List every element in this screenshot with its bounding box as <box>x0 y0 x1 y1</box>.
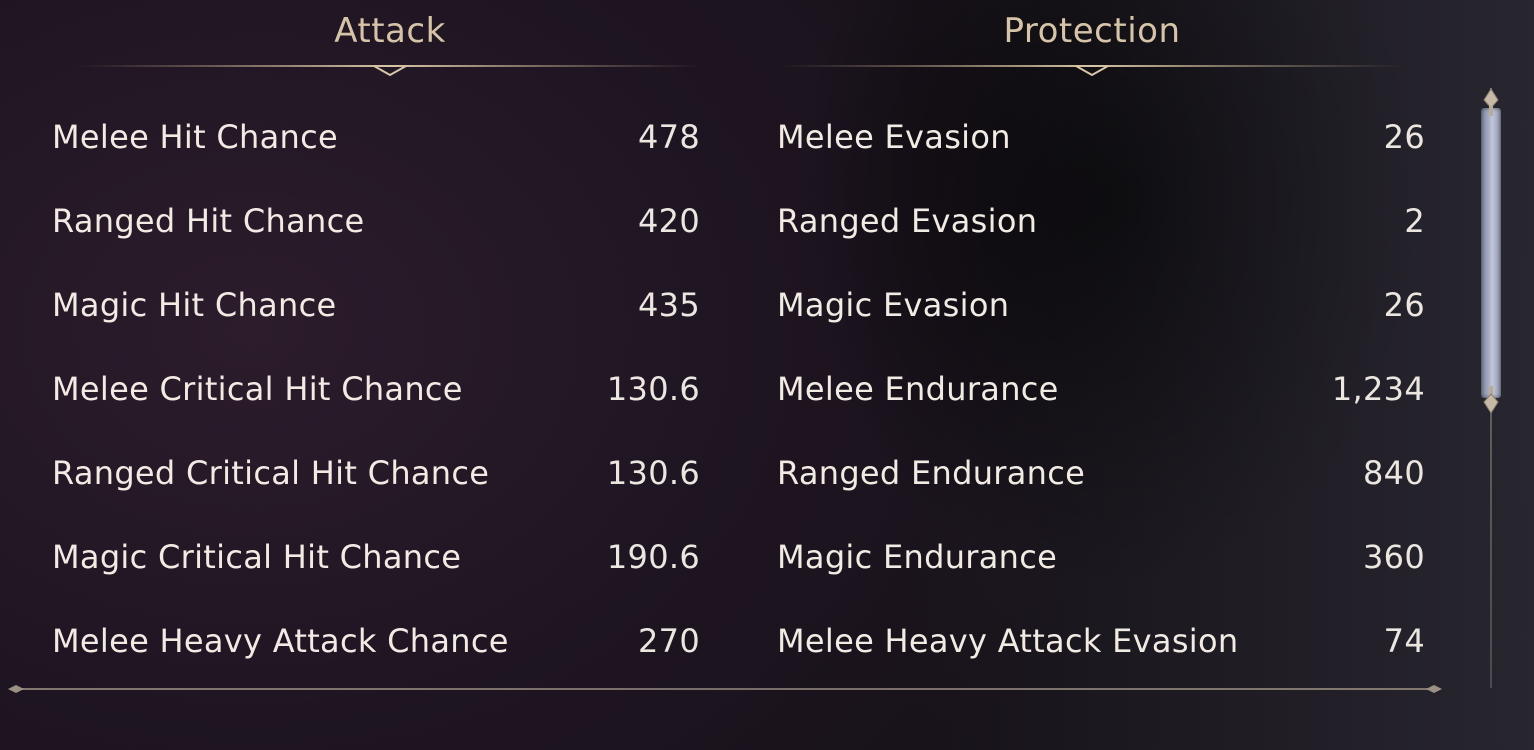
stat-label: Melee Endurance <box>777 370 1059 408</box>
stat-row-magic-endurance: Magic Endurance 360 <box>777 515 1425 599</box>
stat-label: Magic Hit Chance <box>52 286 337 324</box>
stat-row-ranged-endurance: Ranged Endurance 840 <box>777 431 1425 515</box>
stat-label: Melee Heavy Attack Evasion <box>777 622 1239 660</box>
scrollbar-bottom-cap-icon <box>1483 386 1499 414</box>
stat-value: 1,234 <box>1331 370 1425 408</box>
stat-value: 270 <box>638 622 700 660</box>
stat-label: Ranged Hit Chance <box>52 202 365 240</box>
stat-value: 840 <box>1363 454 1425 492</box>
stat-value: 74 <box>1383 622 1425 660</box>
stat-row-ranged-hit-chance: Ranged Hit Chance 420 <box>52 179 700 263</box>
bottom-divider <box>8 685 1442 693</box>
stat-label: Melee Heavy Attack Chance <box>52 622 509 660</box>
stat-row-melee-heavy-attack-evasion: Melee Heavy Attack Evasion 74 <box>777 599 1425 683</box>
stat-value: 360 <box>1363 538 1425 576</box>
stat-value: 435 <box>638 286 700 324</box>
stat-value: 130.6 <box>606 454 700 492</box>
protection-section-title: Protection <box>1003 11 1181 51</box>
stat-label: Melee Hit Chance <box>52 118 339 156</box>
stat-value: 26 <box>1383 286 1425 324</box>
stat-label: Magic Critical Hit Chance <box>52 538 462 576</box>
stat-row-melee-hit-chance: Melee Hit Chance 478 <box>52 95 700 179</box>
protection-section-header: Protection <box>780 0 1404 80</box>
stat-label: Melee Critical Hit Chance <box>52 370 463 408</box>
stat-value: 130.6 <box>606 370 700 408</box>
stat-value: 478 <box>638 118 700 156</box>
attack-stat-list: Melee Hit Chance 478 Ranged Hit Chance 4… <box>52 95 700 683</box>
vertical-scrollbar[interactable] <box>1478 88 1504 698</box>
scrollbar-top-cap-icon <box>1483 88 1499 116</box>
stat-row-ranged-evasion: Ranged Evasion 2 <box>777 179 1425 263</box>
stat-row-magic-hit-chance: Magic Hit Chance 435 <box>52 263 700 347</box>
attack-header-divider <box>78 65 702 77</box>
scrollbar-thumb[interactable] <box>1481 108 1501 398</box>
stat-label: Ranged Endurance <box>777 454 1086 492</box>
stat-row-melee-critical-hit-chance: Melee Critical Hit Chance 130.6 <box>52 347 700 431</box>
stat-row-melee-evasion: Melee Evasion 26 <box>777 95 1425 179</box>
protection-stat-list: Melee Evasion 26 Ranged Evasion 2 Magic … <box>777 95 1425 683</box>
stat-value: 2 <box>1404 202 1425 240</box>
stat-row-ranged-critical-hit-chance: Ranged Critical Hit Chance 130.6 <box>52 431 700 515</box>
stat-label: Ranged Evasion <box>777 202 1038 240</box>
attack-section-header: Attack <box>78 0 702 80</box>
protection-header-divider <box>780 65 1404 77</box>
attack-section-title: Attack <box>334 11 446 51</box>
stat-label: Magic Endurance <box>777 538 1058 576</box>
stat-row-magic-evasion: Magic Evasion 26 <box>777 263 1425 347</box>
stat-label: Ranged Critical Hit Chance <box>52 454 490 492</box>
stat-value: 26 <box>1383 118 1425 156</box>
stat-label: Melee Evasion <box>777 118 1011 156</box>
stat-row-magic-critical-hit-chance: Magic Critical Hit Chance 190.6 <box>52 515 700 599</box>
stat-row-melee-heavy-attack-chance: Melee Heavy Attack Chance 270 <box>52 599 700 683</box>
stat-label: Magic Evasion <box>777 286 1010 324</box>
stat-row-melee-endurance: Melee Endurance 1,234 <box>777 347 1425 431</box>
stat-value: 420 <box>638 202 700 240</box>
stat-value: 190.6 <box>606 538 700 576</box>
